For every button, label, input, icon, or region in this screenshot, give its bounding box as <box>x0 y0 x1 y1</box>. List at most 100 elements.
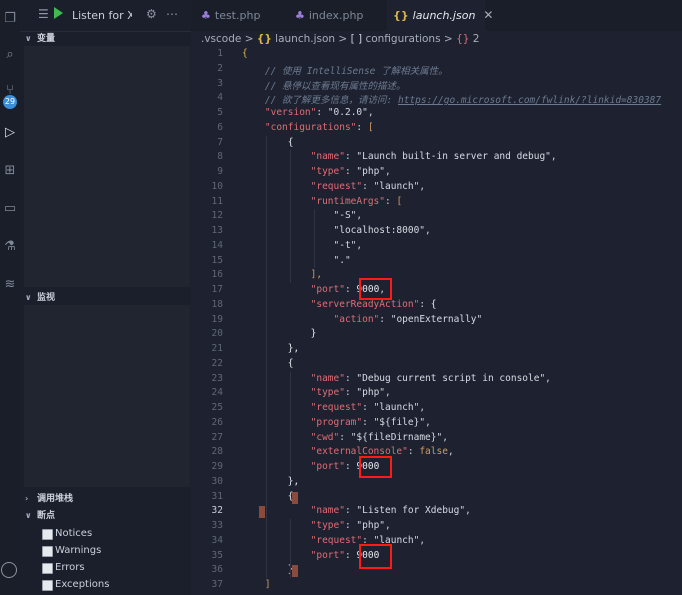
code-line: "request": "launch", <box>310 534 426 546</box>
start-debugging-icon[interactable] <box>54 7 63 19</box>
search-icon[interactable]: ⌕ <box>1 46 19 64</box>
line-number: 7 <box>217 136 223 148</box>
array-icon: [ ] <box>350 33 363 45</box>
line-number: 15 <box>211 254 223 266</box>
account-icon[interactable] <box>1 562 17 578</box>
line-number: 1 <box>217 48 223 59</box>
json-file-icon: {} <box>393 9 409 22</box>
breadcrumb-folder[interactable]: .vscode <box>201 33 241 45</box>
code-line: "-t", <box>333 239 363 251</box>
checkbox[interactable] <box>42 563 53 574</box>
code-line: "cwd": "${fileDirname}", <box>310 431 448 443</box>
json-file-icon: {} <box>256 33 272 45</box>
extensions-icon[interactable]: ⊞ <box>1 162 19 180</box>
line-number: 14 <box>211 239 223 251</box>
highlight-box-port-35 <box>359 544 392 569</box>
code-line: "configurations": [ <box>264 121 374 133</box>
checkbox[interactable] <box>42 529 53 540</box>
line-number: 13 <box>211 225 223 236</box>
change-marker <box>292 565 298 578</box>
line-number: 24 <box>211 387 223 399</box>
code-line: "name": "Listen for Xdebug", <box>310 505 471 517</box>
breadcrumb-item[interactable]: 2 <box>473 33 480 45</box>
indent-guide <box>290 371 291 475</box>
line-number: 19 <box>211 313 223 325</box>
chevron-down-icon: ∨ <box>25 293 32 302</box>
line-number: 29 <box>211 461 223 472</box>
line-number: 18 <box>211 298 223 310</box>
callstack-header[interactable]: › 调用堆栈 <box>20 491 191 507</box>
php-file-icon: ♣ <box>295 9 305 22</box>
code-line: "type": "php", <box>310 387 391 399</box>
more-icon[interactable]: ⋯ <box>166 7 178 21</box>
line-number: 11 <box>211 195 223 207</box>
code-line: "action": "openExternally" <box>333 313 483 325</box>
watch-header[interactable]: ∨ 监视 <box>20 290 191 306</box>
line-number: 6 <box>217 121 223 133</box>
code-line: "program": "${file}", <box>310 416 431 428</box>
line-number: 27 <box>211 431 223 443</box>
line-number: 8 <box>217 151 223 163</box>
line-number: 28 <box>211 446 223 458</box>
code-line: // 悬停以查看现有属性的描述。 <box>264 80 406 92</box>
code-line: { <box>242 48 248 59</box>
code-line: } <box>242 564 294 575</box>
code-line: "-S", <box>333 210 363 222</box>
breadcrumb-file[interactable]: launch.json <box>275 33 335 45</box>
line-number: 9 <box>217 166 223 177</box>
docker-icon[interactable]: ≋ <box>1 276 19 294</box>
checkbox[interactable] <box>42 546 53 557</box>
remote-explorer-icon[interactable]: ▭ <box>1 200 19 218</box>
change-marker <box>259 506 265 519</box>
highlight-box-port-29 <box>359 456 392 478</box>
launch-config-select[interactable]: Listen for X <box>72 9 132 22</box>
activity-bar: ❐ ⌕ ⑂ 29 ▷ ⊞ ▭ ⚗ ≋ <box>0 0 20 595</box>
tab-launch-json[interactable]: {} launch.json ✕ <box>387 0 493 31</box>
checkbox[interactable] <box>42 580 53 591</box>
tab-test-php[interactable]: ♣ test.php <box>201 0 289 31</box>
line-number: 26 <box>211 416 223 428</box>
close-icon[interactable]: ✕ <box>483 8 493 22</box>
debug-sidebar: ☰ Listen for X ⚙ ⋯ ∨ 变量 ∨ 监视 › 调用堆栈 ∨ 断点 Not… <box>20 0 191 595</box>
line-number: 2 <box>217 62 223 74</box>
chevron-right-icon: › <box>25 494 29 503</box>
code-line: "type": "php", <box>310 166 391 177</box>
line-number: 37 <box>211 579 223 590</box>
chevron-down-icon: ∨ <box>25 34 32 43</box>
code-line: "externalConsole": false, <box>310 446 454 458</box>
run-toolbar: ☰ Listen for X ⚙ ⋯ <box>20 0 191 32</box>
variables-header[interactable]: ∨ 变量 <box>20 31 191 47</box>
testing-icon[interactable]: ⚗ <box>1 238 19 256</box>
indent-guide <box>314 209 315 269</box>
code-line: }, <box>287 475 300 487</box>
line-number: 25 <box>211 402 223 413</box>
breadcrumb-array[interactable]: configurations <box>365 33 440 45</box>
line-number: 17 <box>211 284 223 295</box>
editor-tabs: ♣ test.php ♣ index.php {} launch.json ✕ <box>191 0 682 31</box>
explorer-icon[interactable]: ❐ <box>1 10 19 28</box>
source-control-badge: 29 <box>3 95 17 109</box>
line-number: 35 <box>211 549 223 561</box>
code-line: "type": "php", <box>310 520 391 531</box>
line-number: 16 <box>211 269 223 281</box>
tab-index-php[interactable]: ♣ index.php <box>295 0 385 31</box>
highlight-box-port-17 <box>359 278 392 300</box>
list-icon[interactable]: ☰ <box>38 7 49 21</box>
indent-guide <box>290 150 291 283</box>
code-line: { <box>287 357 294 369</box>
code-line: ] <box>264 579 271 590</box>
breadcrumb: .vscode > {} launch.json > [ ] configura… <box>201 33 480 45</box>
line-number: 3 <box>217 77 223 89</box>
line-number: 20 <box>211 328 223 340</box>
indent-guide <box>290 519 291 578</box>
run-debug-icon[interactable]: ▷ <box>1 124 19 142</box>
code-line: "version": "0.2.0", <box>264 107 374 118</box>
change-marker <box>292 491 298 504</box>
code-line: "request": "launch", <box>310 180 426 192</box>
line-number: 23 <box>211 372 223 384</box>
gear-icon[interactable]: ⚙ <box>146 7 157 21</box>
code-editor[interactable]: 1 2 3 4 5 6 7 8 9 10 11 12 13 14 15 16 17 18 19 20 21 22 23 24 2… <box>191 47 682 595</box>
php-file-icon: ♣ <box>201 9 211 22</box>
line-number: 10 <box>211 180 223 192</box>
breakpoints-header[interactable]: ∨ 断点 <box>20 508 191 524</box>
